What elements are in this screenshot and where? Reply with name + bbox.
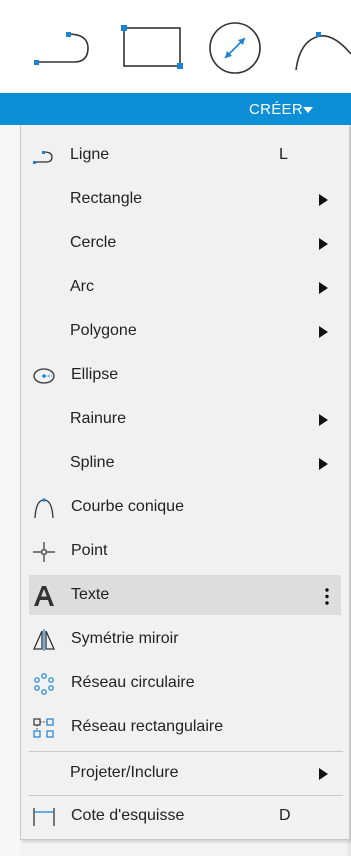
menu-item-polygone[interactable]: Polygone	[29, 311, 341, 351]
menu-item-label: Point	[71, 542, 108, 559]
menu-item-label: Rainure	[70, 410, 127, 427]
menu-item-rectangle[interactable]: Rectangle	[29, 179, 341, 219]
circular-pattern-icon	[34, 673, 54, 695]
menu-item-point[interactable]: Point	[29, 531, 341, 571]
menu-item-label: Projeter/Inclure	[70, 764, 179, 781]
caret-down-icon	[303, 107, 313, 113]
menu-item-label: Cercle	[70, 234, 117, 251]
menu-item-label: Rectangle	[70, 190, 143, 207]
submenu-arrow-icon	[319, 194, 328, 206]
submenu-arrow-icon	[319, 458, 328, 470]
mirror-icon	[32, 629, 56, 651]
submenu-arrow-icon	[319, 414, 328, 426]
menu-item-spline[interactable]: Spline	[29, 443, 341, 483]
shortcut-label: D	[279, 807, 291, 824]
sketch-dimension-icon	[33, 808, 55, 826]
line-icon	[33, 151, 53, 164]
shortcut-label: L	[279, 146, 288, 163]
submenu-arrow-icon	[319, 238, 328, 250]
menu-item-cercle[interactable]: Cercle	[29, 223, 341, 263]
menu-item-ellipse[interactable]: Ellipse	[29, 355, 341, 395]
menu-item-label: Symétrie miroir	[71, 630, 179, 647]
sketch-toolbar	[0, 0, 351, 93]
menu-item-label: Courbe conique	[71, 498, 184, 515]
more-options-icon[interactable]	[325, 588, 329, 605]
menu-item-symetrie-miroir[interactable]: Symétrie miroir	[29, 619, 341, 659]
submenu-arrow-icon	[319, 282, 328, 294]
menu-item-reseau-circulaire[interactable]: Réseau circulaire	[29, 663, 341, 703]
menu-item-projeter-inclure[interactable]: Projeter/Inclure	[29, 753, 341, 793]
menu-item-label: Ellipse	[71, 366, 119, 383]
menu-item-arc[interactable]: Arc	[29, 267, 341, 307]
menu-item-label: Spline	[70, 454, 115, 471]
create-menu-label: CRÉER	[248, 101, 303, 118]
menu-item-texte[interactable]: Texte	[29, 575, 341, 615]
submenu-arrow-icon	[319, 768, 328, 780]
conic-curve-icon	[34, 498, 54, 519]
rectangular-pattern-icon	[33, 718, 54, 738]
menu-item-label: Cote d'esquisse	[71, 807, 185, 824]
submenu-arrow-icon	[319, 326, 328, 338]
menu-item-label: Texte	[71, 586, 110, 603]
menu-item-label: Réseau rectangulaire	[71, 718, 224, 735]
create-menu-button[interactable]: CRÉER	[0, 93, 351, 125]
menu-item-label: Polygone	[70, 322, 137, 339]
line-icon[interactable]	[30, 14, 100, 78]
menu-item-rainure[interactable]: Rainure	[29, 399, 341, 439]
ellipse-icon	[33, 368, 55, 384]
text-icon	[34, 586, 54, 606]
menu-item-courbe-conique[interactable]: Courbe conique	[29, 487, 341, 527]
circle-diameter-icon[interactable]	[202, 14, 272, 78]
menu-item-ligne[interactable]: Ligne L	[29, 135, 341, 175]
rectangle-icon[interactable]	[114, 14, 190, 78]
menu-item-cote-esquisse[interactable]: Cote d'esquisse D	[29, 796, 341, 836]
spline-icon[interactable]	[282, 14, 351, 78]
menu-item-reseau-rectangulaire[interactable]: Réseau rectangulaire	[29, 707, 341, 747]
point-icon	[33, 542, 55, 562]
create-dropdown-menu: Ligne L Rectangle Cercle Arc Polygone El…	[20, 125, 350, 840]
menu-item-label: Ligne	[70, 146, 110, 163]
menu-item-label: Arc	[70, 278, 94, 295]
menu-item-label: Réseau circulaire	[71, 674, 195, 691]
menu-separator	[29, 751, 343, 752]
canvas-background	[0, 125, 20, 856]
